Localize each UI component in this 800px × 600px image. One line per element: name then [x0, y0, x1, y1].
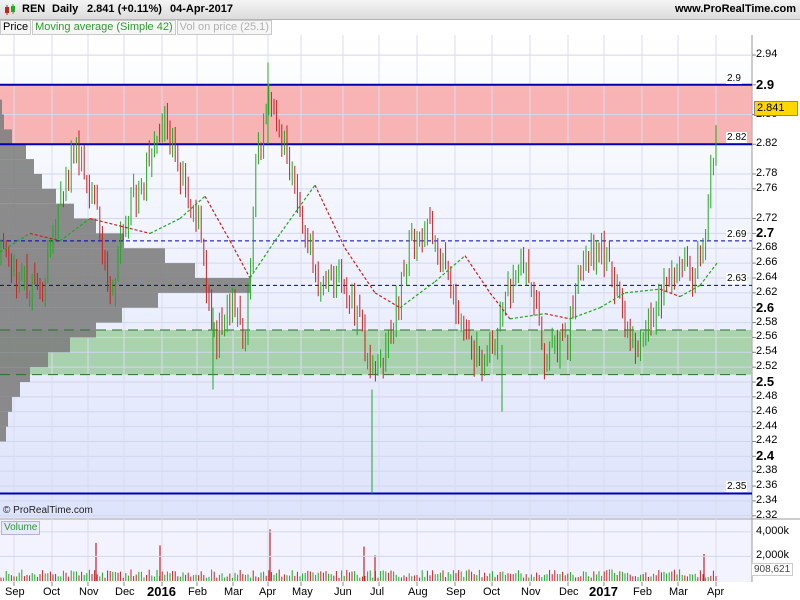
y-tick-label: 2.48 — [756, 389, 778, 402]
profile-bar — [0, 307, 122, 323]
x-tick-label: Mar — [669, 586, 688, 598]
date-label: 04-Apr-2017 — [170, 3, 233, 15]
profile-bar — [0, 248, 165, 264]
last-volume-badge: 908,621 — [751, 563, 794, 576]
quote-label: 2.841 (+0.11%) — [87, 3, 162, 15]
y-tick-label: 2.52 — [756, 360, 778, 373]
profile-bar — [0, 114, 4, 130]
x-tick-label: Feb — [633, 586, 652, 598]
ticker-symbol: REN — [22, 3, 46, 15]
level-tag-2.63: 2.63 — [726, 273, 748, 285]
y-tick-label: 2.34 — [756, 493, 778, 506]
x-tick-label: May — [292, 586, 313, 598]
legend-price[interactable]: Price — [0, 20, 32, 35]
profile-bar — [0, 188, 56, 204]
profile-bar — [0, 144, 26, 160]
x-tick-label: Jun — [334, 586, 352, 598]
y-tick-label: 2.9 — [756, 76, 775, 92]
y-tick-label: 2.72 — [756, 211, 778, 224]
x-tick-label: Mar — [224, 586, 243, 598]
y-tick-label: 2.62 — [756, 285, 778, 298]
profile-bar — [0, 426, 6, 442]
copyright-label: © ProRealTime.com — [3, 505, 93, 516]
x-tick-label: Oct — [483, 586, 501, 598]
y-tick-label: 2.56 — [756, 330, 778, 343]
profile-bar — [0, 337, 70, 353]
y-tick-label: 2.64 — [756, 270, 778, 283]
profile-bar — [0, 382, 20, 397]
profile-bar — [0, 396, 12, 412]
volume-panel-label[interactable]: Volume — [1, 521, 41, 535]
chart-window: REN Daily 2.841 (+0.11%) 04-Apr-2017 www… — [0, 0, 800, 600]
x-tick-label: Nov — [521, 586, 541, 598]
last-price-badge: 2.841 — [754, 101, 798, 116]
y-tick-label: 2.4 — [756, 448, 775, 464]
y-tick-label: 2.78 — [756, 166, 778, 179]
volume-tick-label: 4,000k — [756, 524, 790, 537]
y-tick-label: 2.94 — [756, 48, 778, 61]
header-bar: REN Daily 2.841 (+0.11%) 04-Apr-2017 www… — [0, 0, 800, 20]
level-tag-2.9: 2.9 — [726, 72, 742, 84]
profile-bar — [0, 173, 42, 189]
profile-bar — [0, 129, 12, 145]
x-tick-label: Feb — [188, 586, 207, 598]
y-tick-label: 2.42 — [756, 434, 778, 447]
y-tick-label: 2.54 — [756, 345, 778, 358]
y-tick-label: 2.66 — [756, 256, 778, 269]
y-tick-label: 2.82 — [756, 137, 778, 150]
profile-bar — [0, 218, 96, 234]
level-tag-2.35: 2.35 — [726, 481, 748, 493]
x-tick-label: Dec — [115, 586, 135, 598]
indicator-legend: Price Moving average (Simple 42) Vol on … — [0, 20, 273, 35]
profile-bar — [0, 263, 195, 278]
profile-bar — [0, 352, 48, 368]
price-chart[interactable] — [0, 0, 800, 600]
profile-bar — [0, 159, 34, 174]
x-tick-label: Apr — [259, 586, 277, 598]
y-tick-label: 2.7 — [756, 225, 775, 241]
x-tick-label: Nov — [79, 586, 99, 598]
volume-tick-label: 2,000k — [756, 549, 790, 562]
x-tick-label: Sep — [5, 586, 25, 598]
y-tick-label: 2.5 — [756, 374, 775, 390]
y-tick-label: 2.68 — [756, 241, 778, 254]
x-tick-label: Aug — [408, 586, 428, 598]
x-tick-label: 2017 — [589, 584, 618, 599]
x-tick-label: Sep — [446, 586, 466, 598]
legend-volume-by-price[interactable]: Vol on price (25.1) — [176, 20, 272, 35]
y-tick-label: 2.44 — [756, 419, 778, 432]
y-tick-label: 2.46 — [756, 404, 778, 417]
profile-bar — [0, 99, 2, 115]
y-tick-label: 2.58 — [756, 315, 778, 328]
y-tick-label: 2.76 — [756, 181, 778, 194]
site-label: www.ProRealTime.com — [674, 3, 796, 15]
profile-bar — [0, 411, 8, 427]
y-tick-label: 2.32 — [756, 508, 778, 521]
period-label: Daily — [52, 3, 79, 15]
level-tag-2.82: 2.82 — [726, 132, 748, 144]
legend-moving-average[interactable]: Moving average (Simple 42) — [32, 20, 176, 35]
x-tick-label: Dec — [559, 586, 579, 598]
x-tick-label: Oct — [43, 586, 61, 598]
x-tick-label: Apr — [707, 586, 725, 598]
y-tick-label: 2.6 — [756, 299, 775, 315]
x-tick-label: Jul — [370, 586, 385, 598]
y-tick-label: 2.38 — [756, 464, 778, 477]
profile-bar — [0, 292, 158, 308]
x-tick-label: 2016 — [147, 584, 176, 599]
level-tag-2.69: 2.69 — [726, 228, 748, 240]
candlestick-icon — [5, 4, 15, 15]
y-tick-label: 2.36 — [756, 479, 778, 492]
